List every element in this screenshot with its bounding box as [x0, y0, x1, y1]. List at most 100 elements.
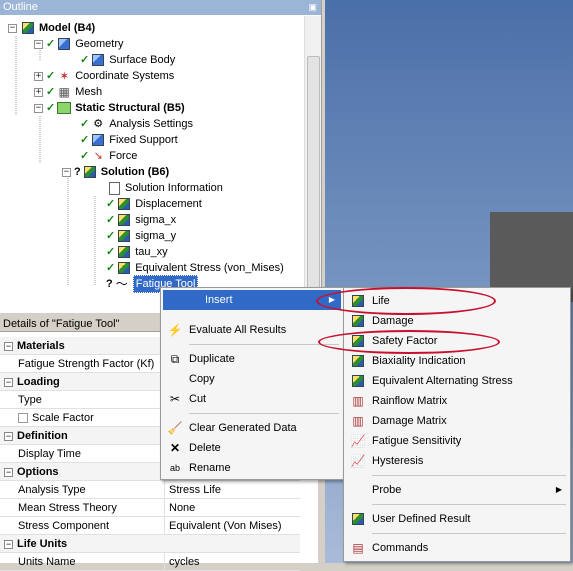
menu-item-probe[interactable]: Probe ▶	[346, 480, 568, 500]
tree-node-static-structural[interactable]: − ✓ Static Structural (B5)	[34, 100, 185, 116]
check-icon: ✓	[46, 38, 56, 50]
tree-node-label: Analysis Settings	[109, 118, 193, 130]
details-row[interactable]: Units Name cycles	[0, 553, 300, 571]
collapse-icon[interactable]: −	[4, 540, 13, 549]
tree-node-tau-xy[interactable]: ✓ tau_xy	[106, 244, 168, 260]
graph-icon: 📈	[350, 454, 366, 468]
collapse-icon[interactable]: −	[34, 39, 43, 49]
collapse-icon[interactable]: −	[34, 103, 43, 113]
menu-item-fatigue-sensitivity[interactable]: 📈 Fatigue Sensitivity	[346, 431, 568, 451]
tree-node-surface-body[interactable]: ✓ Surface Body	[80, 52, 175, 68]
menu-item-label: Insert	[205, 294, 233, 306]
collapse-icon[interactable]: −	[4, 342, 13, 351]
solution-icon	[82, 165, 98, 179]
menu-item-equivalent-alternating-stress[interactable]: Equivalent Alternating Stress	[346, 371, 568, 391]
tree-node-model[interactable]: − Model (B4)	[8, 20, 95, 36]
menu-item-damage-matrix[interactable]: ▥ Damage Matrix	[346, 411, 568, 431]
tree-node-displacement[interactable]: ✓ Displacement	[106, 196, 202, 212]
collapse-icon[interactable]: −	[4, 468, 13, 477]
pin-icon[interactable]: ▣	[308, 0, 317, 15]
collapse-icon[interactable]: −	[4, 378, 13, 387]
details-row[interactable]: Analysis Type Stress Life	[0, 481, 300, 499]
check-icon: ✓	[46, 86, 56, 98]
check-icon: ✓	[106, 198, 116, 210]
menu-separator	[189, 344, 339, 345]
check-icon: ✓	[106, 246, 116, 258]
tree-node-fixed-support[interactable]: ✓ Fixed Support	[80, 132, 178, 148]
outline-tree: − Model (B4) − ✓ Geometry ✓ Surface Body…	[0, 16, 300, 313]
menu-item-user-defined-result[interactable]: User Defined Result	[346, 509, 568, 529]
outline-panel: Outline ▣ − Model (B4) − ✓ Geometry ✓ Su…	[0, 0, 322, 313]
tree-node-equivalent-stress[interactable]: ✓ Equivalent Stress (von_Mises)	[106, 260, 284, 276]
check-icon: ✓	[80, 118, 90, 130]
tree-node-label: Mesh	[75, 86, 103, 98]
check-icon: ✓	[80, 150, 90, 162]
tree-node-geometry[interactable]: − ✓ Geometry	[34, 36, 124, 52]
menu-item-label: Copy	[189, 373, 215, 385]
menu-item-rename[interactable]: ab Rename	[163, 458, 341, 478]
details-row[interactable]: Stress Component Equivalent (Von Mises)	[0, 517, 300, 535]
tree-node-label: Surface Body	[109, 54, 176, 66]
details-title: Details of "Fatigue Tool"	[3, 318, 120, 330]
menu-item-label: Commands	[372, 542, 429, 554]
tree-node-coordinate-systems[interactable]: + ✓ ✶ Coordinate Systems	[34, 68, 174, 84]
expand-icon[interactable]: +	[34, 71, 43, 81]
result-icon	[350, 313, 366, 329]
menu-item-delete[interactable]: ✕ Delete	[163, 438, 341, 458]
menu-item-evaluate-all-results[interactable]: ⚡ Evaluate All Results	[163, 320, 341, 340]
result-icon	[350, 373, 366, 389]
tree-node-label: sigma_x	[135, 214, 177, 226]
outline-header: Outline ▣	[0, 0, 321, 15]
tree-node-mesh[interactable]: + ✓ ▦ Mesh	[34, 84, 102, 100]
collapse-icon[interactable]: −	[4, 432, 13, 441]
model-icon	[20, 21, 36, 35]
fixed-support-icon	[90, 133, 106, 147]
menu-item-cut[interactable]: ✂ Cut	[163, 389, 341, 409]
tree-node-force[interactable]: ✓ ↘ Force	[80, 148, 137, 164]
menu-item-clear-generated-data[interactable]: 🧹 Clear Generated Data	[163, 418, 341, 438]
mesh-icon: ▦	[58, 85, 70, 99]
menu-item-label: Biaxiality Indication	[372, 355, 466, 367]
menu-item-duplicate[interactable]: ⧉ Duplicate	[163, 349, 341, 369]
menu-item-rainflow-matrix[interactable]: ▥ Rainflow Matrix	[346, 391, 568, 411]
scrollbar-thumb[interactable]	[307, 56, 320, 296]
result-icon	[350, 353, 366, 369]
tree-node-label: Model (B4)	[39, 22, 96, 34]
clear-data-icon: 🧹	[167, 421, 183, 435]
tree-node-label: Displacement	[135, 198, 202, 210]
menu-item-label: Evaluate All Results	[189, 324, 287, 336]
tree-node-sigma-x[interactable]: ✓ sigma_x	[106, 212, 176, 228]
fatigue-tool-icon: 〜	[115, 277, 128, 291]
details-row[interactable]: Mean Stress Theory None	[0, 499, 300, 517]
checkbox[interactable]	[18, 413, 28, 424]
tree-node-label: Force	[109, 150, 138, 162]
menu-separator	[372, 504, 566, 505]
menu-item-hysteresis[interactable]: 📈 Hysteresis	[346, 451, 568, 471]
menu-item-label: Rename	[189, 462, 231, 474]
expand-icon[interactable]: +	[34, 87, 43, 97]
menu-item-biaxiality-indication[interactable]: Biaxiality Indication	[346, 351, 568, 371]
collapse-icon[interactable]: −	[62, 167, 71, 177]
menu-item-insert[interactable]: Insert ▶	[163, 290, 341, 310]
menu-item-commands[interactable]: ▤ Commands	[346, 538, 568, 558]
menu-item-label: Equivalent Alternating Stress	[372, 375, 513, 387]
result-icon	[116, 245, 132, 259]
outline-scrollbar[interactable]	[304, 16, 321, 313]
result-icon	[116, 213, 132, 227]
tree-node-analysis-settings[interactable]: ✓ ⚙ Analysis Settings	[80, 116, 193, 132]
tree-node-solution[interactable]: − ? Solution (B6)	[62, 164, 169, 180]
menu-item-label: Fatigue Sensitivity	[372, 435, 462, 447]
tree-node-solution-information[interactable]: Solution Information	[106, 180, 223, 196]
delete-icon: ✕	[169, 441, 181, 455]
analysis-settings-icon: ⚙	[93, 118, 104, 130]
collapse-icon[interactable]: −	[8, 23, 17, 33]
menu-item-label: Cut	[189, 393, 207, 405]
insert-submenu: Life Damage Safety Factor Biaxiality Ind…	[343, 287, 571, 562]
question-status-icon: ?	[74, 166, 81, 178]
tree-node-sigma-y[interactable]: ✓ sigma_y	[106, 228, 176, 244]
check-icon: ✓	[80, 54, 90, 66]
details-group-life-units[interactable]: − Life Units	[0, 535, 300, 553]
question-status-icon: ?	[106, 278, 113, 290]
tree-node-label: Static Structural (B5)	[75, 102, 185, 114]
menu-item-copy[interactable]: Copy	[163, 369, 341, 389]
